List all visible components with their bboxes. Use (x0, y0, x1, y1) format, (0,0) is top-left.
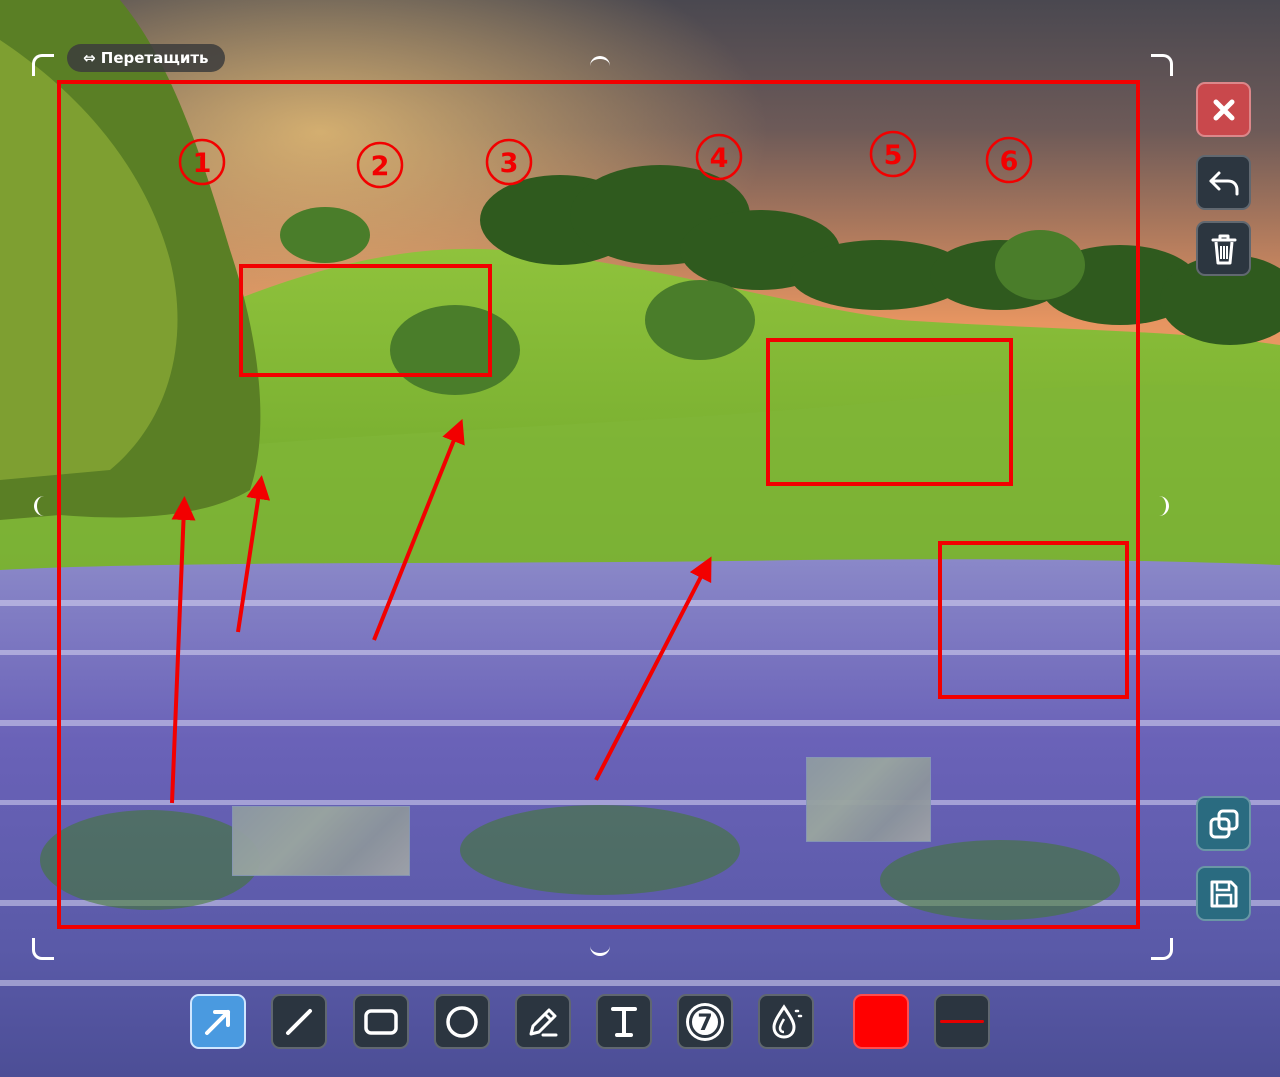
counter-marker[interactable]: 2 (356, 141, 404, 189)
blur-tool-icon (772, 1003, 803, 1039)
circle-tool-icon (446, 1005, 478, 1038)
arrow-tool-button[interactable] (190, 994, 246, 1049)
copy-button[interactable] (1196, 796, 1251, 851)
save-button[interactable] (1196, 866, 1251, 921)
svg-text:7: 7 (697, 1011, 712, 1036)
trash-icon (1211, 234, 1236, 264)
undo-icon (1209, 171, 1238, 195)
counter-marker[interactable]: 4 (695, 133, 743, 181)
undo-button[interactable] (1196, 155, 1251, 210)
svg-text:5: 5 (884, 140, 903, 171)
copy-icon (1209, 809, 1238, 838)
line-tool-icon (286, 1008, 312, 1035)
counter-tool-icon: 7 (686, 1002, 724, 1041)
text-tool-icon (611, 1006, 637, 1037)
svg-text:6: 6 (1000, 146, 1019, 177)
line-width-picker[interactable] (934, 994, 990, 1049)
svg-text:4: 4 (710, 143, 729, 174)
color-picker-swatch[interactable] (853, 994, 909, 1049)
save-icon (1210, 880, 1237, 907)
counter-marker[interactable]: 3 (485, 138, 533, 186)
line-width-preview (940, 1020, 984, 1023)
line-tool-button[interactable] (271, 994, 327, 1049)
svg-text:2: 2 (371, 151, 390, 182)
annotation-arrow[interactable] (594, 556, 712, 781)
annotation-rectangle[interactable] (938, 541, 1129, 699)
annotation-arrow[interactable] (170, 496, 196, 804)
counter-marker[interactable]: 1 (178, 138, 226, 186)
rectangle-tool-button[interactable] (353, 994, 409, 1049)
annotation-rectangle[interactable] (239, 264, 492, 377)
counter-tool-button[interactable]: 7 (677, 994, 733, 1049)
delete-button[interactable] (1196, 221, 1251, 276)
rectangle-tool-icon (364, 1008, 398, 1035)
blur-tool-button[interactable] (758, 994, 814, 1049)
arrow-tool-icon (205, 1009, 230, 1035)
circle-tool-button[interactable] (434, 994, 490, 1049)
annotation-arrow[interactable] (236, 475, 271, 633)
annotation-arrow[interactable] (372, 418, 465, 641)
annotation-rectangle[interactable] (766, 338, 1013, 486)
annotation-layer: 1 2 3 4 5 6 (170, 130, 1129, 804)
pencil-tool-button[interactable] (515, 994, 571, 1049)
svg-text:3: 3 (500, 148, 519, 179)
svg-text:1: 1 (193, 148, 212, 179)
counter-marker[interactable]: 5 (869, 130, 917, 178)
close-button[interactable] (1196, 82, 1251, 137)
counter-marker[interactable]: 6 (985, 136, 1033, 184)
close-icon (1213, 99, 1234, 120)
pencil-tool-icon (529, 1008, 558, 1036)
text-tool-button[interactable] (596, 994, 652, 1049)
